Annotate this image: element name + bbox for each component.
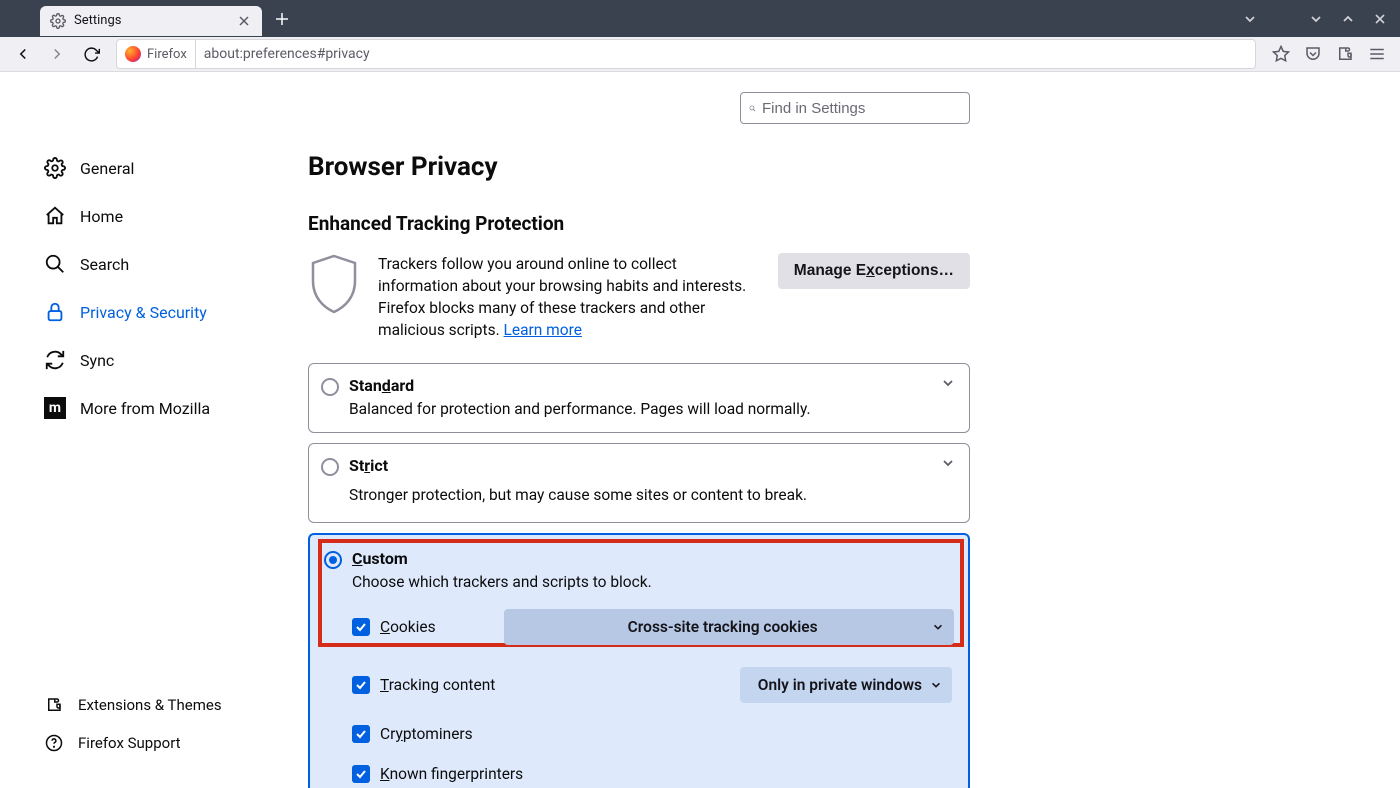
section-title: Enhanced Tracking Protection [308,212,970,235]
url-bar[interactable]: Firefox about:preferences#privacy [116,39,1256,69]
window-titlebar: Settings [0,0,1400,37]
sidebar-item-sync[interactable]: Sync [44,336,308,384]
app-menu-icon[interactable] [1362,39,1392,69]
search-icon [749,101,756,116]
sidebar-item-label: Extensions & Themes [78,696,222,714]
identity-label: Firefox [147,47,187,62]
settings-sidebar: General Home Search Privacy & Security S… [0,72,308,788]
help-icon [44,733,64,753]
chevron-down-icon[interactable] [941,456,955,470]
pocket-icon[interactable] [1298,39,1328,69]
sidebar-item-general[interactable]: General [44,144,308,192]
url-text: about:preferences#privacy [196,46,370,62]
sidebar-item-label: Home [80,207,123,226]
gear-icon [50,13,66,29]
chevron-up-icon[interactable] [1334,5,1362,33]
navigation-toolbar: Firefox about:preferences#privacy [0,37,1400,72]
chevron-down-icon [930,679,942,691]
manage-exceptions-button[interactable]: Manage Exceptions… [778,253,970,289]
sidebar-item-label: Search [80,255,129,274]
settings-main: Browser Privacy Enhanced Tracking Protec… [308,72,1400,788]
sidebar-item-label: Sync [80,351,114,370]
checkbox-fingerprinters[interactable] [352,765,370,783]
reload-button[interactable] [76,39,106,69]
sidebar-item-search[interactable]: Search [44,240,308,288]
page-title: Browser Privacy [308,152,970,182]
sidebar-item-more-mozilla[interactable]: m More from Mozilla [44,384,308,432]
sidebar-item-label: Firefox Support [78,734,181,752]
chevron-down-icon[interactable] [941,376,955,390]
checkbox-tracking-content[interactable] [352,676,370,694]
etp-option-standard[interactable]: Standard Balanced for protection and per… [308,363,970,433]
shield-icon [308,253,360,315]
cookies-select[interactable]: Cross-site tracking cookies [504,609,954,645]
tab-title: Settings [74,13,228,28]
sidebar-item-privacy[interactable]: Privacy & Security [44,288,308,336]
bookmark-star-icon[interactable] [1266,39,1296,69]
sidebar-item-extensions[interactable]: Extensions & Themes [44,686,242,724]
tabs-dropdown-icon[interactable] [1236,5,1264,33]
close-icon[interactable] [236,13,252,29]
new-tab-button[interactable] [268,5,296,33]
cookies-label: Cookies [380,618,436,636]
sidebar-item-label: More from Mozilla [80,399,210,418]
window-controls [1236,0,1394,37]
option-title: Strict [349,456,388,475]
search-input[interactable] [762,100,961,117]
sidebar-item-support[interactable]: Firefox Support [44,724,242,762]
gear-icon [44,157,66,179]
radio-custom[interactable] [324,551,342,569]
search-icon [44,253,66,275]
etp-description: Trackers follow you around online to col… [378,253,760,341]
settings-search[interactable] [740,92,970,124]
checkbox-cryptominers[interactable] [352,725,370,743]
mozilla-icon: m [44,397,66,419]
etp-option-custom[interactable]: Custom Choose which trackers and scripts… [308,533,970,788]
puzzle-icon [44,695,64,715]
option-description: Choose which trackers and scripts to blo… [352,573,952,591]
chevron-down-icon [932,621,944,633]
window-close-icon[interactable] [1366,5,1394,33]
radio-standard[interactable] [321,378,339,396]
option-title: Custom [352,549,408,568]
option-description: Balanced for protection and performance.… [349,400,953,418]
browser-tab[interactable]: Settings [40,6,262,36]
sidebar-item-label: Privacy & Security [80,303,207,322]
option-description: Stronger protection, but may cause some … [349,486,953,504]
home-icon [44,205,66,227]
radio-strict[interactable] [321,458,339,476]
extensions-icon[interactable] [1330,39,1360,69]
learn-more-link[interactable]: Learn more [504,321,582,339]
sidebar-item-label: General [80,159,134,178]
option-title: Standard [349,376,414,395]
checkbox-cookies[interactable] [352,618,370,636]
tracking-content-label: Tracking content [380,676,495,694]
back-button[interactable] [8,39,38,69]
etp-option-strict[interactable]: Strict Stronger protection, but may caus… [308,443,970,523]
site-identity[interactable]: Firefox [117,40,196,68]
tracking-content-select[interactable]: Only in private windows [740,667,952,703]
fingerprinters-label: Known fingerprinters [380,765,523,783]
forward-button[interactable] [42,39,72,69]
sidebar-item-home[interactable]: Home [44,192,308,240]
firefox-logo-icon [125,46,141,62]
lock-icon [44,301,66,323]
cryptominers-label: Cryptominers [380,725,473,743]
chevron-down-icon[interactable] [1302,5,1330,33]
sync-icon [44,349,66,371]
